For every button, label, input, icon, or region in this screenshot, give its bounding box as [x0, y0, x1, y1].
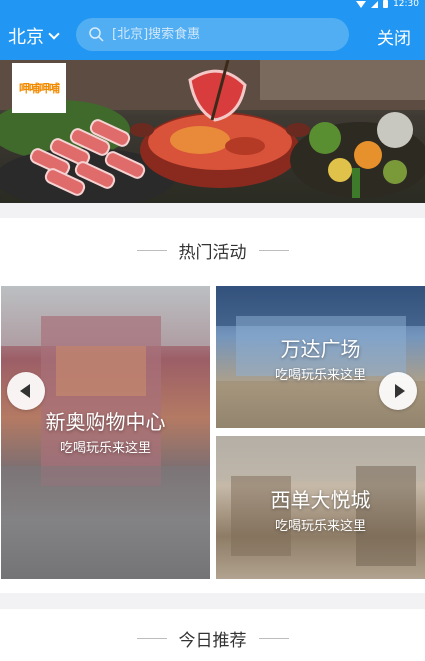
battery-icon: [383, 0, 389, 8]
divider-right: [258, 250, 289, 251]
carousel-next-button[interactable]: [379, 372, 417, 410]
city-selector[interactable]: 北京: [8, 23, 60, 49]
card-title: 新奥购物中心: [45, 410, 166, 434]
card-title: 西单大悦城: [270, 488, 371, 512]
promo-banner[interactable]: 呷哺呷哺: [0, 60, 425, 203]
divider-left: [136, 250, 167, 251]
activity-card-xinao[interactable]: 新奥购物中心 吃喝玩乐来这里: [1, 286, 210, 579]
chevron-down-icon: [48, 28, 60, 40]
close-button[interactable]: 关闭: [377, 24, 411, 49]
card-subtitle: 吃喝玩乐来这里: [59, 441, 151, 456]
search-icon: [89, 27, 104, 42]
wifi-icon: [356, 0, 367, 8]
search-box[interactable]: [76, 18, 349, 51]
today-recommend-title: 今日推荐: [178, 631, 247, 651]
city-label: 北京: [8, 27, 44, 48]
hot-activities-section: 热门活动 新奥购物中心 吃喝玩乐来这里 万达广场 吃喝玩乐来这里 西单大悦城 吃…: [0, 218, 425, 593]
search-input[interactable]: [112, 27, 332, 42]
brand-logo: 呷哺呷哺: [12, 63, 66, 113]
today-recommend-section: 今日推荐: [0, 609, 425, 661]
card-title: 万达广场: [280, 337, 361, 361]
hot-activities-title: 热门活动: [178, 243, 247, 263]
hot-activities-header: 热门活动: [0, 238, 425, 263]
chevron-left-icon: [19, 384, 30, 398]
status-bar: 12:30: [0, 0, 425, 11]
divider-right: [258, 638, 289, 639]
status-icons: 12:30: [356, 0, 419, 9]
top-bar: 北京 关闭: [0, 11, 425, 60]
activity-card-xidan[interactable]: 西单大悦城 吃喝玩乐来这里: [216, 436, 425, 579]
chevron-right-icon: [394, 384, 405, 398]
status-time: 12:30: [393, 0, 419, 9]
card-subtitle: 吃喝玩乐来这里: [274, 519, 366, 534]
today-recommend-header: 今日推荐: [0, 626, 425, 651]
divider-left: [136, 638, 167, 639]
signal-icon: [371, 0, 379, 8]
brand-logo-text: 呷哺呷哺: [19, 82, 60, 95]
carousel-prev-button[interactable]: [7, 372, 45, 410]
